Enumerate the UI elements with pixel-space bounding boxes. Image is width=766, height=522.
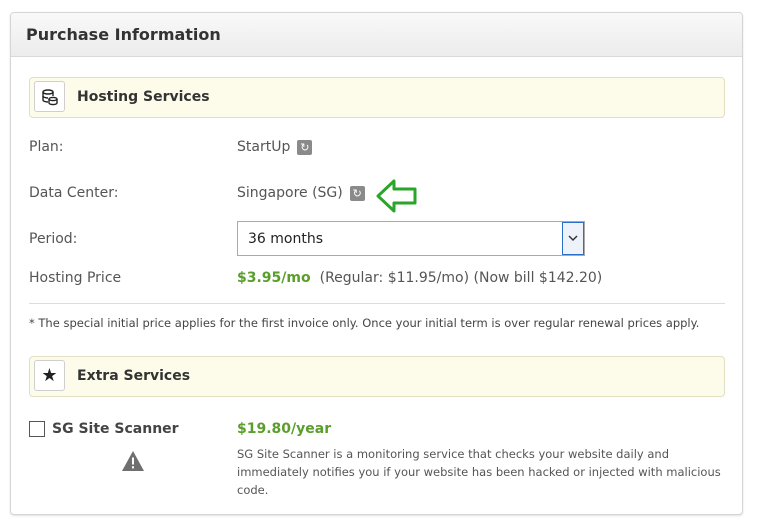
sg-site-scanner-checkbox[interactable] (29, 421, 45, 437)
sg-site-scanner-label[interactable]: SG Site Scanner (52, 421, 179, 437)
purchase-information-panel: Purchase Information Hosting Services Pl… (10, 12, 743, 515)
star-icon: ★ (34, 360, 65, 391)
panel-title: Purchase Information (26, 25, 221, 44)
plan-label: Plan: (29, 139, 64, 155)
datacenter-value-row: Singapore (SG) ↻ (237, 185, 365, 201)
hosting-price-detail: (Regular: $11.95/mo) (Now bill $142.20) (319, 270, 603, 286)
datacenter-value: Singapore (SG) (237, 185, 343, 201)
datacenter-label: Data Center: (29, 185, 119, 201)
period-selected-value: 36 months (248, 231, 323, 247)
hosting-price-value: $3.95/mo (237, 270, 311, 286)
database-coins-icon (34, 81, 65, 112)
plan-value-row: StartUp ↻ (237, 139, 313, 155)
hosting-price-row: $3.95/mo (Regular: $11.95/mo) (Now bill … (237, 270, 602, 286)
sg-site-scanner-price: $19.80/year (237, 421, 332, 437)
green-arrow-left-icon (376, 179, 417, 213)
extra-services-header: ★ Extra Services (29, 356, 725, 397)
refresh-icon[interactable]: ↻ (349, 185, 365, 201)
panel-header: Purchase Information (11, 13, 742, 57)
hosting-services-title: Hosting Services (77, 89, 210, 105)
warning-triangle-icon (122, 451, 144, 471)
chevron-down-icon[interactable] (562, 222, 584, 255)
hosting-price-label: Hosting Price (29, 270, 122, 286)
divider (29, 303, 725, 304)
sg-site-scanner-description: SG Site Scanner is a monitoring service … (237, 447, 721, 497)
period-label: Period: (29, 231, 78, 247)
extra-services-title: Extra Services (77, 368, 191, 384)
hosting-services-header: Hosting Services (29, 77, 725, 118)
period-select[interactable]: 36 months (237, 221, 585, 256)
initial-price-note: * The special initial price applies for … (29, 316, 700, 330)
refresh-icon[interactable]: ↻ (297, 139, 313, 155)
plan-value: StartUp (237, 139, 291, 155)
